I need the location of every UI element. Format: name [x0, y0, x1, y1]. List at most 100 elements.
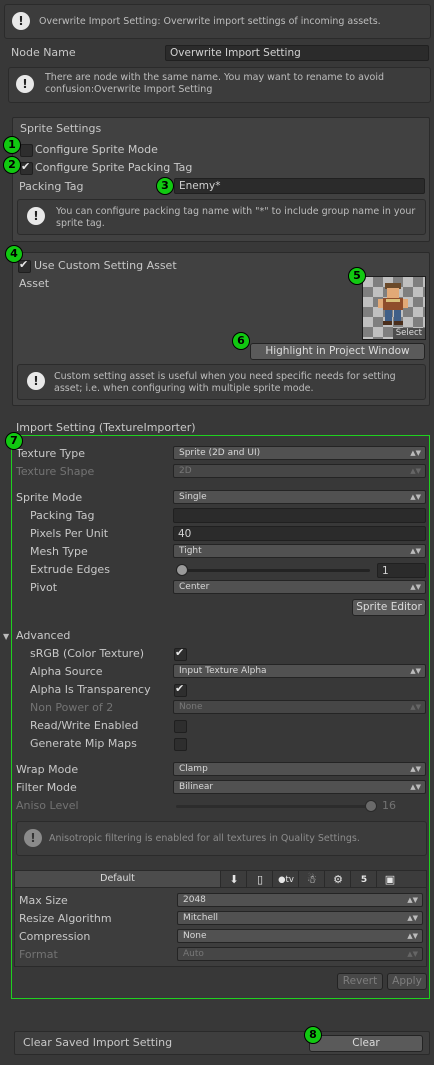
html5-icon[interactable]: 5: [350, 871, 377, 889]
advanced-foldout-arrow-icon[interactable]: ▼: [3, 632, 9, 641]
filter-mode-label: Filter Mode: [16, 781, 77, 794]
marker-5: 5: [348, 267, 366, 285]
download-icon[interactable]: ⬇: [220, 871, 247, 889]
use-custom-asset-label: Use Custom Setting Asset: [34, 259, 177, 272]
updown-arrow-icon: ▲▼: [410, 547, 421, 555]
extrude-slider-track[interactable]: [176, 569, 370, 572]
wrap-mode-dropdown[interactable]: Clamp ▲▼: [173, 762, 426, 776]
header-help-box: ! Overwrite Import Setting: Overwrite im…: [4, 4, 431, 39]
srgb-checkbox[interactable]: [174, 646, 187, 661]
aniso-level-value: 16: [382, 799, 396, 812]
wrap-mode-label: Wrap Mode: [16, 763, 79, 776]
resize-algorithm-label: Resize Algorithm: [19, 912, 112, 925]
sprite-settings-title: Sprite Settings: [20, 122, 102, 135]
configure-sprite-mode-label: Configure Sprite Mode: [35, 143, 158, 156]
alpha-source-dropdown[interactable]: Input Texture Alpha ▲▼: [173, 664, 426, 678]
use-custom-asset-checkbox[interactable]: [18, 258, 31, 273]
mesh-type-dropdown[interactable]: Tight ▲▼: [173, 544, 426, 558]
platform-tab-bar: Default ⬇ ▯ ●tv ☃ ⚙ 5 ▣: [14, 870, 427, 889]
resize-algorithm-value: Mitchell: [183, 913, 218, 923]
marker-7: 7: [5, 432, 23, 450]
box-icon[interactable]: ▣: [376, 871, 403, 889]
extrude-edges-label: Extrude Edges: [30, 563, 110, 576]
aniso-help-box: ! Anisotropic filtering is enabled for a…: [16, 821, 427, 856]
configure-sprite-mode-checkbox[interactable]: [20, 144, 33, 157]
texture-type-dropdown[interactable]: Sprite (2D and UI) ▲▼: [173, 446, 426, 460]
updown-arrow-icon: ▲▼: [410, 703, 421, 711]
sprite-editor-button[interactable]: Sprite Editor: [352, 599, 426, 616]
mipmaps-checkbox[interactable]: [174, 738, 187, 751]
updown-arrow-icon: ▲▼: [407, 914, 418, 922]
sprite-mode-value: Single: [179, 492, 207, 502]
advanced-label[interactable]: Advanced: [16, 629, 70, 642]
extrude-edges-input[interactable]: 1: [377, 563, 426, 578]
android-icon[interactable]: ☃: [298, 871, 325, 889]
max-size-value: 2048: [183, 895, 206, 905]
mesh-type-label: Mesh Type: [30, 545, 88, 558]
pixels-per-unit-label: Pixels Per Unit: [30, 527, 109, 540]
platform-tab-default[interactable]: Default: [15, 871, 220, 887]
texture-shape-dropdown: 2D ▲▼: [173, 464, 426, 478]
read-write-checkbox[interactable]: [174, 720, 187, 733]
apply-button[interactable]: Apply: [387, 973, 427, 990]
sprite-mode-dropdown[interactable]: Single ▲▼: [173, 490, 426, 504]
packing-tag-label: Packing Tag: [19, 180, 84, 193]
name-warning-text: There are node with the same name. You m…: [45, 72, 385, 95]
alpha-source-value: Input Texture Alpha: [179, 666, 267, 676]
non-power-of-2-value: None: [179, 702, 203, 712]
alpha-transparency-checkbox[interactable]: [174, 682, 187, 697]
packing-tag-input[interactable]: Enemy*: [174, 178, 425, 194]
info-icon: !: [24, 829, 42, 847]
max-size-dropdown[interactable]: 2048 ▲▼: [177, 893, 423, 907]
srgb-label: sRGB (Color Texture): [30, 647, 145, 660]
marker-6: 6: [232, 332, 250, 350]
non-power-of-2-dropdown: None ▲▼: [173, 700, 426, 714]
apple-tv-icon[interactable]: ●tv: [272, 871, 299, 889]
configure-packing-tag-checkbox[interactable]: [20, 160, 33, 175]
info-icon: !: [27, 372, 45, 390]
asset-label: Asset: [19, 277, 50, 290]
marker-1: 1: [3, 136, 21, 154]
filter-mode-dropdown[interactable]: Bilinear ▲▼: [173, 780, 426, 794]
revert-button[interactable]: Revert: [337, 973, 383, 990]
max-size-label: Max Size: [19, 894, 68, 907]
updown-arrow-icon: ▲▼: [410, 493, 421, 501]
name-warning-box: ! There are node with the same name. You…: [8, 67, 431, 103]
updown-arrow-icon: ▲▼: [407, 932, 418, 940]
aniso-level-label: Aniso Level: [16, 799, 79, 812]
asset-select-label[interactable]: Select: [392, 328, 425, 339]
updown-arrow-icon: ▲▼: [410, 783, 421, 791]
mipmaps-label: Generate Mip Maps: [30, 737, 137, 750]
pivot-dropdown[interactable]: Center ▲▼: [173, 580, 426, 594]
character-sprite-icon: [378, 283, 408, 325]
compression-label: Compression: [19, 930, 91, 943]
filter-mode-value: Bilinear: [179, 782, 214, 792]
marker-4: 4: [5, 245, 23, 263]
resize-algorithm-dropdown[interactable]: Mitchell ▲▼: [177, 911, 423, 925]
phone-icon[interactable]: ▯: [246, 871, 273, 889]
compression-dropdown[interactable]: None ▲▼: [177, 929, 423, 943]
pivot-label: Pivot: [30, 581, 58, 594]
non-power-of-2-label: Non Power of 2: [30, 701, 114, 714]
asset-thumbnail[interactable]: Select: [362, 276, 426, 340]
unity-icon[interactable]: ⚙: [324, 871, 351, 889]
inner-packing-tag-input[interactable]: [173, 508, 426, 523]
texture-shape-value: 2D: [179, 466, 192, 476]
marker-3: 3: [156, 177, 174, 195]
pixels-per-unit-input[interactable]: 40: [173, 526, 426, 541]
marker-2: 2: [3, 156, 21, 174]
mesh-type-value: Tight: [179, 546, 202, 556]
alpha-source-label: Alpha Source: [30, 665, 103, 678]
texture-shape-label: Texture Shape: [16, 465, 95, 478]
aniso-help-text: Anisotropic filtering is enabled for all…: [49, 833, 360, 844]
format-dropdown: Auto ▲▼: [177, 947, 423, 961]
format-value: Auto: [183, 949, 204, 959]
extrude-slider-thumb[interactable]: [176, 564, 188, 576]
info-icon: !: [16, 75, 34, 93]
updown-arrow-icon: ▲▼: [410, 765, 421, 773]
highlight-in-project-button[interactable]: Highlight in Project Window: [250, 343, 425, 360]
texture-type-label: Texture Type: [16, 447, 86, 460]
node-name-input[interactable]: Overwrite Import Setting: [165, 45, 429, 61]
clear-button[interactable]: Clear: [309, 1035, 423, 1052]
marker-8: 8: [304, 1026, 322, 1044]
